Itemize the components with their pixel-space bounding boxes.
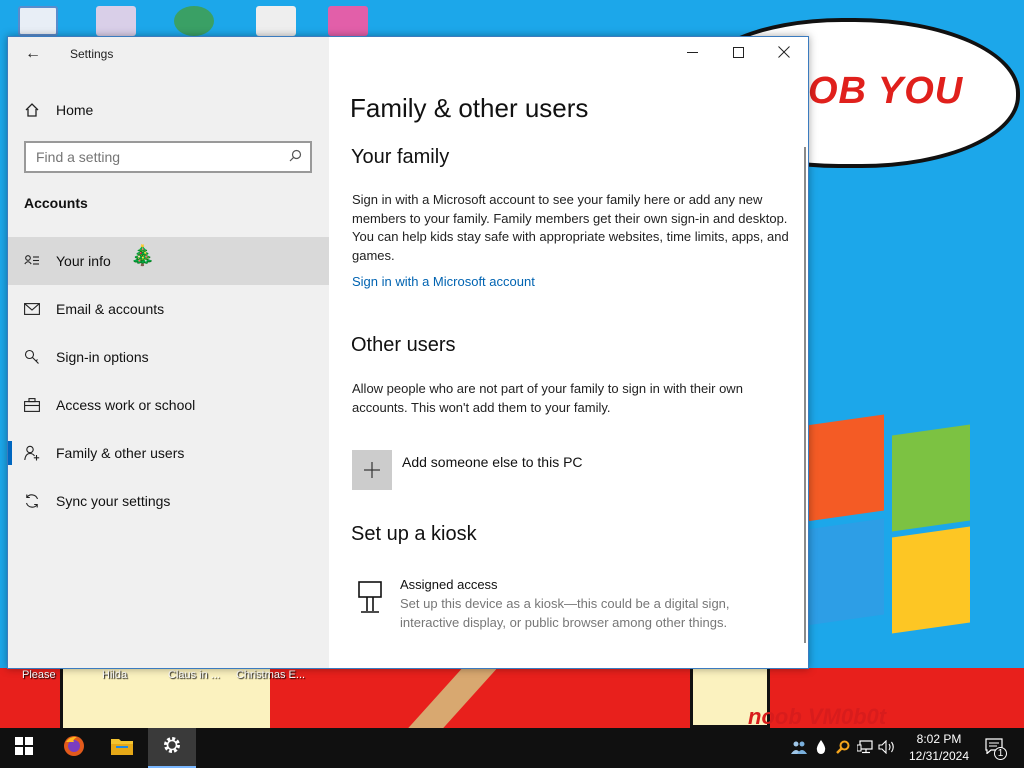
plus-icon xyxy=(352,450,392,490)
sidebar-item-family-other-users[interactable]: Family & other users xyxy=(8,429,329,477)
gear-icon xyxy=(162,735,182,760)
notification-count: 1 xyxy=(994,747,1007,760)
mail-icon xyxy=(8,303,56,315)
search-icon[interactable] xyxy=(289,149,302,165)
your-family-description: Sign in with a Microsoft account to see … xyxy=(352,192,789,263)
other-users-description: Allow people who are not part of your fa… xyxy=(352,381,743,415)
desktop-icon-computer[interactable] xyxy=(18,6,58,36)
desktop-label-christmas[interactable]: Christmas E... xyxy=(236,669,305,681)
sidebar-item-label: Sign-in options xyxy=(56,349,149,365)
home-nav[interactable]: Home xyxy=(8,95,329,125)
sidebar-item-label: Sync your settings xyxy=(56,493,171,509)
assigned-access-item[interactable]: Assigned access Set up this device as a … xyxy=(352,577,770,632)
taskbar-settings[interactable] xyxy=(148,728,196,768)
start-button[interactable] xyxy=(0,728,48,768)
minimize-button[interactable] xyxy=(669,37,715,69)
desktop-icon-file[interactable] xyxy=(256,6,296,36)
sign-in-microsoft-link[interactable]: Sign in with a Microsoft account xyxy=(352,274,535,289)
assigned-access-title: Assigned access xyxy=(400,577,498,592)
taskbar-firefox[interactable] xyxy=(50,728,98,768)
section-label-accounts: Accounts xyxy=(24,195,88,211)
people-icon[interactable] xyxy=(788,740,810,757)
taskbar: 8:02 PM 12/31/2024 1 xyxy=(0,728,1024,768)
volume-icon[interactable] xyxy=(876,739,898,757)
window-title: Settings xyxy=(70,47,114,61)
clock-time: 8:02 PM xyxy=(916,732,962,746)
minimize-icon xyxy=(686,45,698,61)
search-box[interactable] xyxy=(24,141,312,173)
desktop-icon-document[interactable] xyxy=(96,6,136,36)
nav-list: Your info 🎄 Email & accounts Sign-in opt… xyxy=(8,237,329,525)
main-content: Family & other users Your family Sign in… xyxy=(329,37,808,668)
windows-start-icon xyxy=(15,736,33,760)
sidebar-item-label: Your info xyxy=(56,253,111,269)
desktop-label-please[interactable]: Please xyxy=(22,669,56,681)
add-someone-label: Add someone else to this PC xyxy=(402,454,583,470)
briefcase-icon xyxy=(8,398,56,412)
settings-window: ← Settings Home Accounts Your info 🎄 xyxy=(7,36,809,669)
person-add-icon xyxy=(8,445,56,461)
system-tray xyxy=(788,728,898,768)
desktop-label-claus[interactable]: Claus in ... xyxy=(168,669,220,681)
taskbar-file-explorer[interactable] xyxy=(98,728,146,768)
arrow-left-icon: ← xyxy=(25,45,41,62)
sidebar-item-your-info[interactable]: Your info 🎄 xyxy=(8,237,329,285)
sidebar: ← Settings Home Accounts Your info 🎄 xyxy=(8,37,329,668)
maximize-icon xyxy=(732,45,744,61)
sidebar-item-label: Access work or school xyxy=(56,397,196,413)
folder-icon xyxy=(111,737,133,760)
search-tray-icon[interactable] xyxy=(832,740,854,757)
firefox-icon xyxy=(62,734,86,763)
tree-cursor-icon: 🎄 xyxy=(130,245,155,267)
desktop-label-hilda[interactable]: Hilda xyxy=(102,669,127,681)
clock-date: 12/31/2024 xyxy=(908,749,970,763)
bubble-text: OB YOU xyxy=(808,70,964,112)
water-drop-icon[interactable] xyxy=(810,739,832,757)
network-icon[interactable] xyxy=(854,739,876,757)
sidebar-item-label: Family & other users xyxy=(56,445,185,461)
search-input[interactable] xyxy=(36,149,276,165)
kiosk-monitor-icon xyxy=(352,577,388,632)
assigned-access-description: Set up this device as a kiosk—this could… xyxy=(400,596,730,630)
sidebar-item-sync-settings[interactable]: Sync your settings xyxy=(8,477,329,525)
person-card-icon xyxy=(8,254,56,268)
windows-logo-image xyxy=(806,414,976,634)
sidebar-item-label: Email & accounts xyxy=(56,301,165,317)
kiosk-heading: Set up a kiosk xyxy=(351,523,477,545)
close-button[interactable] xyxy=(761,37,807,69)
sidebar-item-email-accounts[interactable]: Email & accounts xyxy=(8,285,329,333)
maximize-button[interactable] xyxy=(715,37,761,69)
home-icon xyxy=(8,102,56,118)
clock[interactable]: 8:02 PM 12/31/2024 xyxy=(908,731,970,765)
desktop-icon-character[interactable] xyxy=(174,6,214,36)
scrollbar[interactable] xyxy=(804,147,806,643)
sync-icon xyxy=(8,493,56,509)
sidebar-item-sign-in-options[interactable]: Sign-in options xyxy=(8,333,329,381)
page-title: Family & other users xyxy=(350,93,589,123)
sidebar-item-access-work[interactable]: Access work or school xyxy=(8,381,329,429)
desktop-icon-image[interactable] xyxy=(328,6,368,36)
notification-button[interactable]: 1 xyxy=(980,734,1008,762)
back-button[interactable]: ← xyxy=(22,43,44,65)
other-users-heading: Other users xyxy=(351,334,456,356)
close-icon xyxy=(778,45,790,61)
key-icon xyxy=(8,349,56,365)
noob-text: noob VM0b0t xyxy=(748,704,887,728)
your-family-heading: Your family xyxy=(351,146,450,168)
home-label: Home xyxy=(56,102,94,118)
add-someone-button[interactable]: Add someone else to this PC xyxy=(352,450,583,490)
